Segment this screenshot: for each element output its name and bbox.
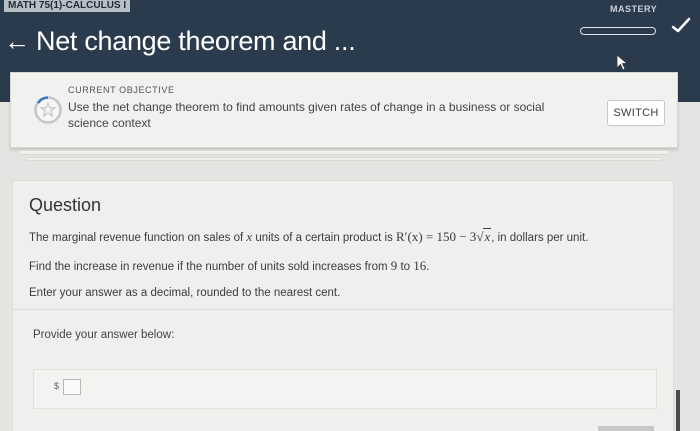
divider	[13, 309, 673, 310]
provide-answer-label: Provide your answer below:	[33, 329, 175, 341]
objective-stack-edge	[18, 150, 670, 155]
question-heading: Question	[29, 195, 102, 215]
question-text-line: Find the increase in revenue if the numb…	[29, 258, 429, 274]
mastery-progress-bar	[580, 27, 656, 35]
objective-text: Use the net change theorem to find amoun…	[68, 100, 545, 130]
question-panel: Question The marginal revenue function o…	[12, 180, 674, 431]
objective-kicker: CURRENT OBJECTIVE	[68, 85, 175, 95]
course-label: MATH 75(1)-CALCULUS I	[4, 0, 131, 12]
current-objective-panel: CURRENT OBJECTIVE Use the net change the…	[10, 72, 678, 148]
question-text: to	[397, 261, 414, 273]
objective-star-icon	[34, 96, 62, 124]
page-title: Net change theorem and ...	[36, 26, 356, 56]
question-text: units of a certain product is	[252, 232, 396, 244]
question-text: .	[426, 261, 430, 273]
objective-stack-edge	[26, 157, 662, 161]
currency-symbol: $	[54, 381, 60, 391]
question-text-line: The marginal revenue function on sales o…	[29, 228, 589, 245]
back-arrow-icon[interactable]: ←	[4, 24, 30, 58]
mouse-cursor-icon	[616, 54, 629, 71]
submit-button-edge[interactable]	[598, 426, 654, 431]
checkmark-icon	[671, 17, 691, 33]
math-number: 16	[413, 258, 427, 273]
math-function: R′(x) = 150 − 3	[395, 229, 477, 244]
answer-area: $	[33, 369, 657, 409]
question-text: , in dollars per unit.	[491, 232, 589, 244]
question-text: The marginal revenue function on sales o…	[29, 232, 247, 244]
scrollbar[interactable]	[676, 390, 680, 431]
mastery-label: MASTERY	[610, 4, 658, 14]
question-instructions: Enter your answer as a decimal, rounded …	[29, 287, 341, 299]
question-text: Find the increase in revenue if the numb…	[29, 261, 391, 273]
switch-button[interactable]: SWITCH	[607, 100, 665, 126]
answer-input[interactable]	[63, 379, 81, 395]
